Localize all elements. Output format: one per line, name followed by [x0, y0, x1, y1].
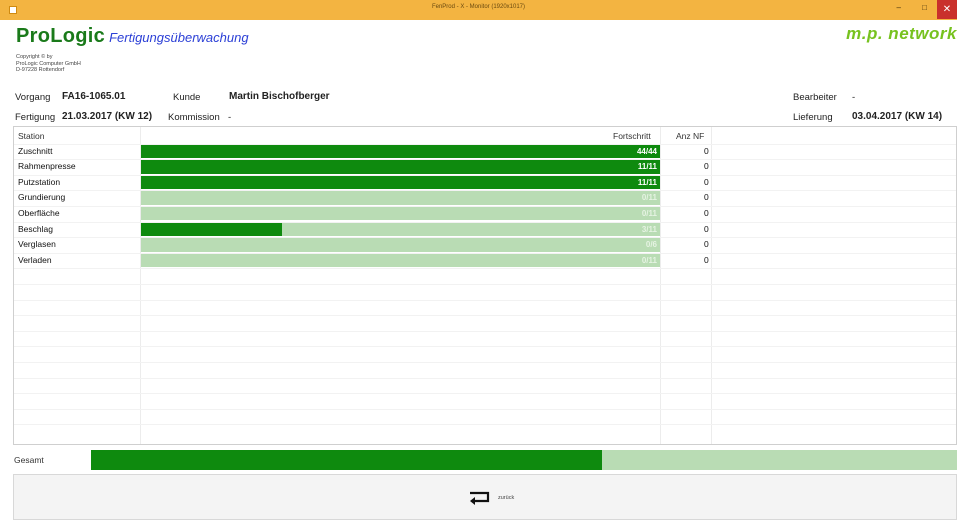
station-progress-bar: 0/6	[140, 238, 661, 252]
minimize-button[interactable]: –	[897, 4, 901, 12]
station-progress-bar: 0/11	[140, 253, 661, 268]
station-progress-fill	[140, 144, 661, 158]
window-title: FenProd - X - Monitor (1920x1017)	[431, 4, 526, 10]
column-header-anz-nf[interactable]: Anz NF	[676, 131, 704, 141]
station-progress-fill	[140, 222, 283, 236]
row-divider	[14, 190, 956, 192]
close-button[interactable]: ✕	[937, 0, 957, 19]
back-button[interactable]: zurück	[13, 474, 957, 520]
station-progress-bar: 11/11	[140, 160, 661, 174]
row-divider	[14, 205, 956, 207]
table-row[interactable]: Beschlag 3/11 0	[14, 222, 956, 238]
copyright-block: Copyright © by ProLogic Computer GmbH D-…	[16, 54, 81, 74]
anz-nf-value: 0	[704, 192, 709, 203]
row-divider	[14, 346, 956, 348]
row-divider	[14, 330, 956, 332]
anz-nf-value: 0	[704, 254, 709, 265]
row-divider	[14, 268, 956, 270]
kommission-value: -	[228, 112, 232, 123]
lieferung-label: Lieferung	[793, 112, 833, 123]
fertigung-value: 21.03.2017 (KW 12)	[62, 111, 153, 122]
station-progress-bar: 0/11	[140, 206, 661, 221]
anz-nf-value: 0	[704, 239, 709, 250]
row-divider	[14, 315, 956, 317]
anz-nf-value: 0	[704, 223, 709, 234]
row-divider	[14, 283, 956, 285]
row-divider	[14, 377, 956, 379]
station-progress-text: 11/11	[637, 162, 657, 172]
station-progress-fill	[140, 175, 661, 190]
row-divider	[14, 361, 956, 363]
table-row[interactable]: Grundierung 0/11 0	[14, 190, 956, 206]
row-divider	[14, 159, 956, 161]
station-progress-text: 3/11	[641, 224, 657, 234]
anz-nf-value: 0	[704, 161, 709, 172]
bearbeiter-value: -	[852, 92, 856, 103]
column-header-fortschritt[interactable]: Fortschritt	[613, 131, 651, 141]
station-progress-bar: 0/11	[140, 191, 661, 205]
column-header-station[interactable]: Station	[18, 131, 44, 141]
station-name: Verglasen	[18, 239, 56, 250]
brand-header: ProLogic Fertigungsüberwachung	[16, 25, 249, 48]
return-arrow-icon	[470, 491, 490, 505]
brand-name: ProLogic	[16, 25, 106, 47]
vorgang-label: Vorgang	[15, 92, 51, 103]
gesamt-progress-fill	[91, 450, 602, 470]
row-divider	[14, 424, 956, 426]
station-progress-bar: 3/11	[140, 222, 661, 236]
station-name: Rahmenpresse	[18, 161, 76, 172]
table-row[interactable]: Putzstation 11/11 0	[14, 175, 956, 191]
brand-subtitle: Fertigungsüberwachung	[109, 30, 249, 45]
restore-button[interactable]: □	[922, 4, 927, 12]
row-divider	[14, 408, 956, 410]
station-progress-text: 11/11	[637, 177, 657, 187]
station-name: Oberfläche	[18, 207, 60, 218]
station-name: Verladen	[18, 254, 52, 265]
row-divider	[14, 299, 956, 301]
row-divider	[14, 237, 956, 239]
station-name: Zuschnitt	[18, 145, 53, 156]
row-divider	[14, 221, 956, 223]
station-progress-fill	[140, 160, 661, 174]
lieferung-value: 03.04.2017 (KW 14)	[852, 111, 943, 122]
station-progress-text: 0/11	[641, 208, 657, 218]
table-row[interactable]: Rahmenpresse 11/11 0	[14, 159, 956, 175]
fertigung-label: Fertigung	[15, 112, 56, 123]
row-divider	[14, 143, 956, 145]
row-divider	[14, 252, 956, 254]
kunde-label: Kunde	[173, 92, 201, 103]
back-button-label: zurück	[498, 495, 515, 501]
table-row[interactable]: Oberfläche 0/11 0	[14, 206, 956, 222]
station-name: Putzstation	[18, 176, 61, 187]
partner-logo: m.p. network	[846, 24, 957, 43]
anz-nf-value: 0	[704, 145, 709, 156]
row-divider	[14, 393, 956, 395]
station-name: Beschlag	[18, 223, 53, 234]
station-progress-text: 0/6	[645, 240, 657, 250]
kunde-value: Martin Bischofberger	[229, 91, 330, 102]
table-row[interactable]: Zuschnitt 44/44 0	[14, 144, 956, 160]
station-progress-bar: 44/44	[140, 144, 661, 158]
station-progress-text: 0/11	[641, 193, 657, 203]
kommission-label: Kommission	[168, 112, 220, 123]
vorgang-value: FA16-1065.01	[62, 91, 126, 102]
station-progress-text: 44/44	[636, 146, 657, 156]
station-progress-text: 0/11	[641, 255, 657, 265]
gesamt-progress-bar	[91, 450, 957, 470]
station-name: Grundierung	[18, 192, 66, 203]
table-row[interactable]: Verglasen 0/6 0	[14, 237, 956, 253]
anz-nf-value: 0	[704, 176, 709, 187]
title-bar: FenProd - X - Monitor (1920x1017) – □ ✕	[0, 0, 957, 20]
station-progress-bar: 11/11	[140, 175, 661, 190]
row-divider	[14, 174, 956, 176]
bearbeiter-label: Bearbeiter	[793, 92, 837, 103]
table-row[interactable]: Verladen 0/11 0	[14, 253, 956, 269]
anz-nf-value: 0	[704, 207, 709, 218]
station-progress-table[interactable]: Station Fortschritt Anz NF Zuschnitt 44/4…	[13, 126, 957, 445]
copyright-line: D-97228 Rottendorf	[16, 67, 65, 73]
gesamt-label: Gesamt	[14, 455, 44, 465]
